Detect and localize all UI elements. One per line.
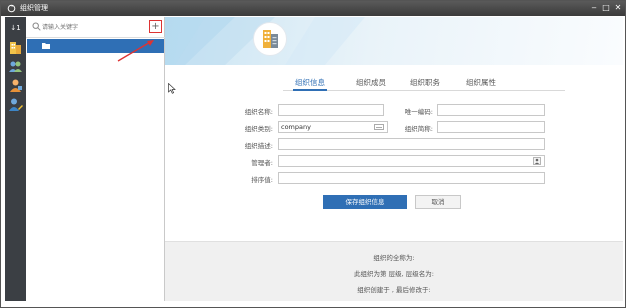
cancel-button[interactable]: 取消	[415, 195, 461, 209]
window-title: 组织管理	[20, 4, 48, 12]
name-field[interactable]	[278, 104, 384, 116]
organization-icon	[10, 42, 21, 54]
app-icon	[7, 4, 16, 13]
type-value: company	[281, 123, 311, 131]
rail-item-user-group[interactable]	[7, 77, 24, 94]
rail-item-user-edit[interactable]	[7, 96, 24, 113]
title-bar[interactable]: 组织管理 ‒ □ ✕	[1, 1, 625, 16]
detail-tabs: 组织信息 组织成员 组织职务 组织属性	[283, 75, 565, 91]
users-icon	[9, 61, 22, 72]
close-button[interactable]: ✕	[613, 3, 623, 13]
order-field[interactable]	[278, 172, 545, 184]
building-icon	[263, 30, 278, 48]
type-field[interactable]: company	[278, 121, 388, 133]
manager-label: 管理者:	[251, 159, 273, 167]
rail-item-organization[interactable]	[7, 39, 24, 56]
save-organization-button[interactable]: 保存组织信息	[323, 195, 407, 209]
add-organization-button[interactable]: +	[149, 20, 162, 33]
organization-logo	[253, 22, 287, 56]
organization-management-window: 组织管理 ‒ □ ✕ ↓1 请输入关键字 + 组织信息 组织成员 组织职务 组织…	[0, 0, 626, 308]
fullname-line: 组织的全称为:	[373, 254, 415, 262]
rail-item-users[interactable]	[7, 58, 24, 75]
organization-detail-panel: 组织信息 组织成员 组织职务 组织属性 组织名称: 唯一编码: 组织类别: co…	[165, 17, 623, 301]
sidebar-rail: ↓1	[5, 17, 26, 301]
tab-organization-attributes[interactable]: 组织属性	[466, 77, 496, 88]
banner-decoration	[165, 17, 365, 65]
annotation-arrow	[117, 40, 154, 62]
created-line: 组织创建于 , 最后修改于:	[357, 286, 431, 294]
tree-search-bar: +	[26, 17, 165, 38]
sort-button[interactable]: ↓1	[7, 20, 24, 37]
active-tab-indicator	[293, 89, 327, 91]
description-label: 组织描述:	[244, 142, 273, 150]
minimize-button[interactable]: ‒	[589, 3, 599, 13]
sort-icon: ↓1	[10, 24, 21, 32]
select-user-icon[interactable]	[533, 157, 541, 165]
user-edit-icon	[9, 98, 23, 111]
level-line: 此组织为第 层级, 层级名为:	[354, 270, 434, 278]
code-field[interactable]	[437, 104, 545, 116]
type-label: 组织类别:	[244, 125, 273, 133]
header-banner	[165, 17, 623, 65]
short-name-field[interactable]	[437, 121, 545, 133]
tab-organization-info[interactable]: 组织信息	[295, 77, 325, 88]
organization-tree-panel: +	[26, 17, 165, 301]
order-label: 排序值:	[251, 176, 273, 184]
description-field[interactable]	[278, 138, 545, 150]
organization-summary: 组织的全称为: 此组织为第 层级, 层级名为: 组织创建于 , 最后修改于:	[165, 241, 623, 301]
user-group-icon	[10, 79, 22, 92]
manager-field[interactable]	[278, 155, 545, 167]
tab-organization-members[interactable]: 组织成员	[356, 77, 386, 88]
name-label: 组织名称:	[244, 108, 273, 116]
maximize-button[interactable]: □	[601, 3, 611, 13]
mouse-cursor	[168, 83, 176, 94]
short-name-label: 组织简称:	[404, 125, 433, 133]
code-label: 唯一编码:	[404, 108, 433, 116]
tab-organization-positions[interactable]: 组织职务	[410, 77, 440, 88]
search-input[interactable]	[42, 21, 152, 34]
folder-icon	[42, 43, 50, 49]
search-icon	[32, 22, 41, 31]
